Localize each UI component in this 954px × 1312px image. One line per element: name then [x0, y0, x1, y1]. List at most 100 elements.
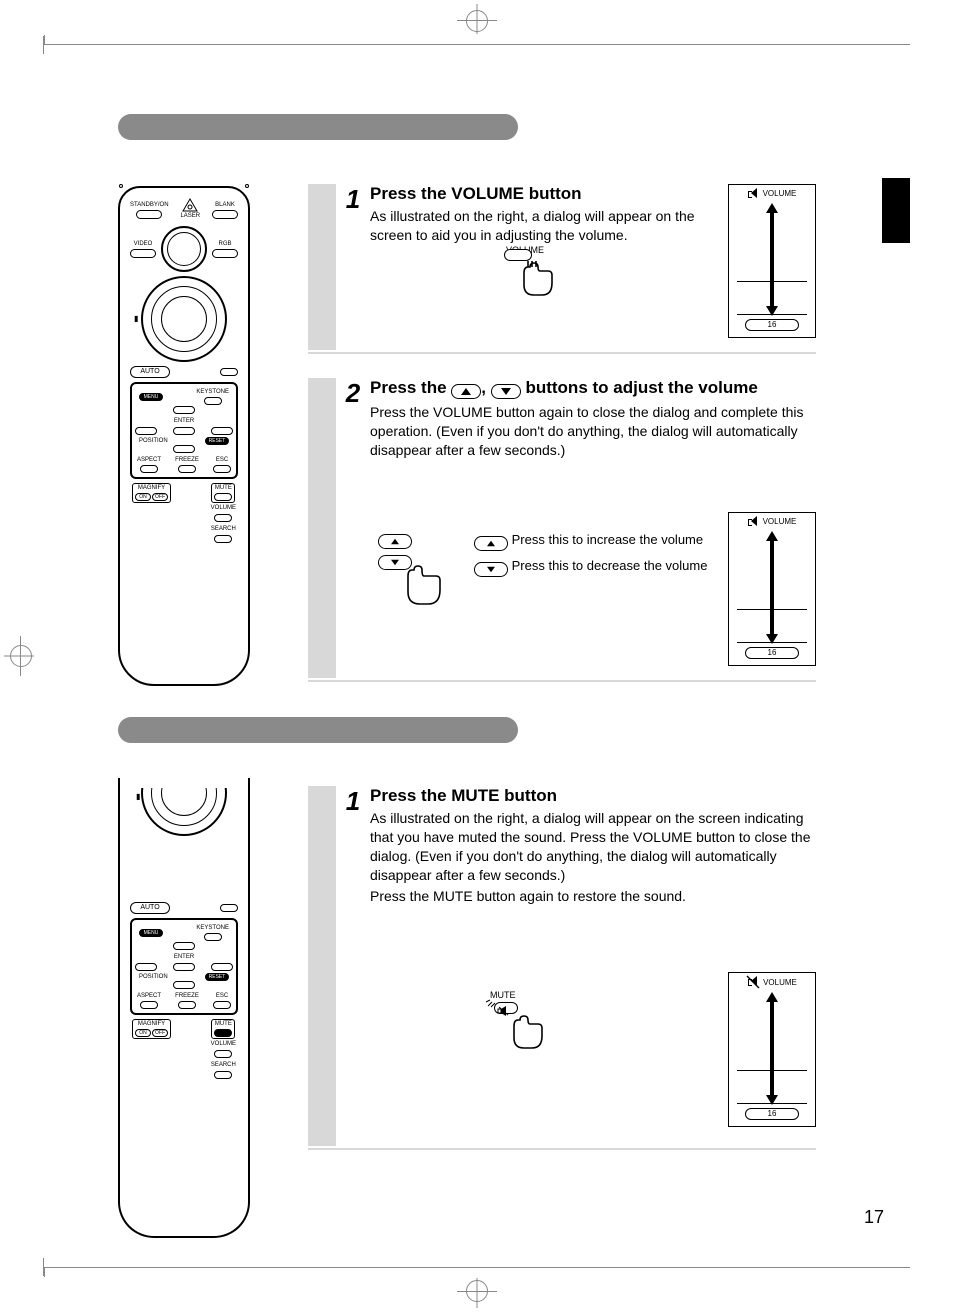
pointer-disc: [141, 788, 227, 836]
esc-button: [213, 465, 231, 473]
volume-dialog: VOLUME 16: [728, 184, 816, 338]
remote-control-diagram: STANDBY/ON LASER BLANK VIDEO RGB ▮ AUTO …: [118, 186, 250, 686]
auto-button: AUTO: [130, 902, 170, 914]
standby-button: [136, 210, 162, 219]
laser-button: [161, 226, 207, 272]
magnify-group: MAGNIFY ON OFF: [132, 483, 171, 503]
press-mute-hand-icon: MUTE: [490, 1000, 550, 1056]
step-number: 2: [336, 378, 370, 409]
mute-button: [214, 1029, 232, 1037]
up-button: [173, 942, 195, 950]
step-text: As illustrated on the right, a dialog wi…: [370, 207, 720, 245]
label-standby: STANDBY/ON: [130, 202, 169, 209]
volume-label: VOLUME: [763, 189, 797, 198]
mute-group: MUTE: [211, 1019, 235, 1039]
crop-mark: [466, 1280, 488, 1302]
speaker-icon: [748, 516, 759, 527]
speaker-muted-icon: [747, 976, 759, 988]
magnify-group: MAGNIFY ON OFF: [132, 1019, 171, 1039]
remote-control-diagram: ▮ AUTO MENU KEYSTONE ENTER POSITION RESE…: [118, 778, 250, 1238]
rgb-button: [212, 249, 238, 258]
divider: [308, 680, 816, 682]
page-number: 17: [864, 1207, 884, 1228]
section-heading-bar: [118, 717, 518, 743]
label-keystone: KEYSTONE: [196, 925, 229, 932]
volume-dialog: VOLUME 16: [728, 512, 816, 666]
up-button: [173, 406, 195, 414]
magnify-on-button: ON: [135, 493, 151, 501]
label-esc: ESC: [216, 457, 228, 464]
video-button: [130, 249, 156, 258]
label-laser: LASER: [180, 213, 200, 220]
down-pill-icon: [491, 384, 521, 399]
aspect-button: [140, 1001, 158, 1009]
crop-mark: [466, 10, 488, 32]
increase-legend: Press this to increase the volume: [474, 532, 703, 551]
reset-button: RESET: [205, 437, 229, 445]
keystone-button: [204, 933, 222, 941]
mouse-icon: ▮: [136, 792, 140, 801]
menu-button: MENU: [139, 929, 163, 937]
esc-button: [213, 1001, 231, 1009]
label-mute: MUTE: [215, 1021, 232, 1028]
right-button: [211, 427, 233, 435]
mute-group: MUTE: [211, 483, 235, 503]
label-enter: ENTER: [174, 954, 194, 960]
aspect-button: [140, 465, 158, 473]
label-volume: VOLUME: [211, 505, 236, 512]
crop-mark: [43, 1258, 44, 1276]
label-keystone: KEYSTONE: [196, 389, 229, 396]
down-button: [173, 445, 195, 453]
magnify-off-button: OFF: [152, 493, 168, 501]
label-video: VIDEO: [134, 241, 153, 248]
up-pill-icon: [474, 536, 508, 551]
speaker-icon: [748, 188, 759, 199]
pointer-disc: [141, 276, 227, 362]
label-aspect: ASPECT: [137, 457, 161, 464]
step-title: Press the MUTE button: [370, 786, 816, 805]
page-tab-marker: [882, 178, 910, 243]
crop-mark: [43, 36, 44, 54]
volume-value: 16: [745, 647, 799, 659]
label-aspect: ASPECT: [137, 993, 161, 1000]
label-magnify: MAGNIFY: [138, 1021, 165, 1028]
decrease-legend: Press this to decrease the volume: [474, 558, 707, 577]
volume-value: 16: [745, 1108, 799, 1120]
step-number: 1: [336, 184, 370, 215]
label-rgb: RGB: [218, 241, 231, 248]
step-number: 1: [336, 786, 370, 817]
label-magnify: MAGNIFY: [138, 485, 165, 492]
enter-button: [173, 427, 195, 435]
auto-button: AUTO: [130, 366, 170, 378]
enter-button: [173, 963, 195, 971]
volume-button: [214, 1050, 232, 1058]
down-button: [173, 981, 195, 989]
mouse-icon: ▮: [134, 314, 138, 323]
label-enter: ENTER: [174, 418, 194, 424]
blank-button: [212, 210, 238, 219]
label-search: SEARCH: [211, 1062, 236, 1069]
left-button: [135, 427, 157, 435]
divider: [308, 1148, 816, 1150]
reset-button: RESET: [205, 973, 229, 981]
press-volume-hand-icon: [500, 247, 560, 303]
magnify-on-button: ON: [135, 1029, 151, 1037]
right-click-button: [220, 368, 238, 376]
press-up-down-hand-icon: [378, 534, 450, 614]
label-freeze: FREEZE: [175, 993, 199, 1000]
volume-label: VOLUME: [763, 517, 797, 526]
section-heading-bar: [118, 114, 518, 140]
label-position: POSITION: [139, 974, 168, 981]
up-pill-icon: [451, 384, 481, 399]
label-search: SEARCH: [211, 526, 236, 533]
label-volume: VOLUME: [211, 1041, 236, 1048]
down-pill-icon: [474, 562, 508, 577]
step-text: As illustrated on the right, a dialog wi…: [370, 809, 816, 885]
search-button: [214, 535, 232, 543]
step-title: Press the , buttons to adjust the volume: [370, 378, 816, 399]
freeze-button: [178, 1001, 196, 1009]
volume-button: [214, 514, 232, 522]
left-button: [135, 963, 157, 971]
volume-label: VOLUME: [763, 978, 797, 987]
label-blank: BLANK: [215, 202, 235, 209]
